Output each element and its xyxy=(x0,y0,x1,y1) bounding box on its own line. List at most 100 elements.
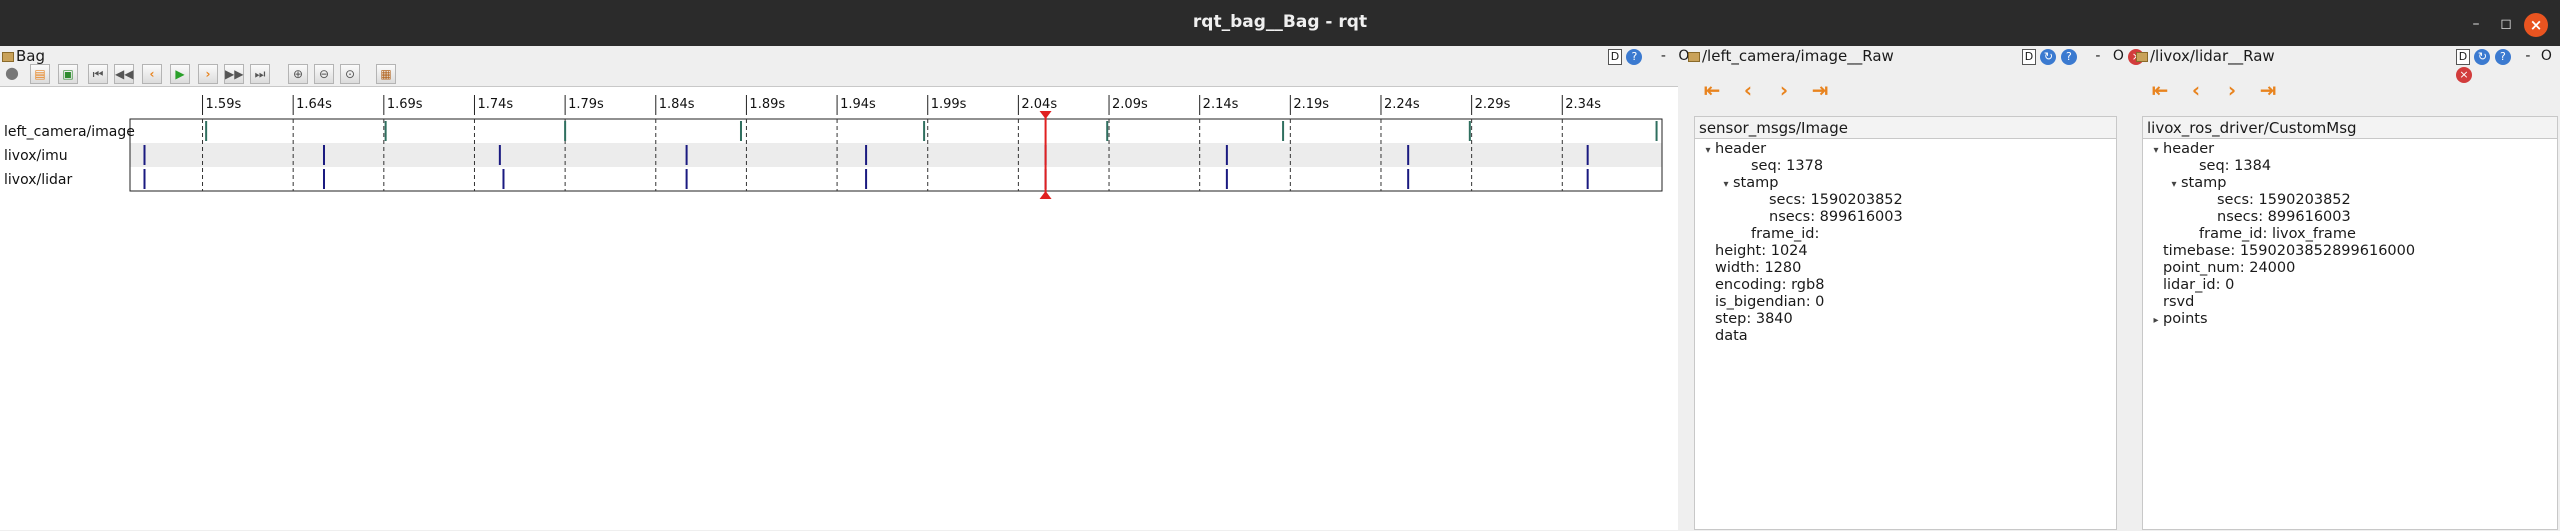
help-icon[interactable]: ? xyxy=(2494,49,2511,65)
step-forward-icon[interactable]: › xyxy=(198,64,218,84)
dock-d-button[interactable]: D xyxy=(2022,49,2036,65)
tree-row[interactable]: rsvd xyxy=(2143,294,2557,311)
tree-row-text: seq: 1378 xyxy=(1751,158,1824,174)
zoom-in-icon[interactable]: ⊕ xyxy=(288,64,308,84)
message-marker xyxy=(502,169,505,189)
tree-row[interactable]: nsecs: 899616003 xyxy=(1695,209,2116,226)
zoom-reset-icon[interactable]: ⊙ xyxy=(340,64,360,84)
message-marker xyxy=(1586,145,1589,165)
fast-forward-icon[interactable]: ▶▶ xyxy=(224,64,244,84)
zoom-out-icon[interactable]: ⊖ xyxy=(314,64,334,84)
tree-row-text: rsvd xyxy=(2163,294,2195,310)
splitter-handle[interactable] xyxy=(2118,86,2134,530)
save-icon[interactable]: ▣ xyxy=(58,64,78,84)
play-icon[interactable]: ▶ xyxy=(170,64,190,84)
rewind-icon[interactable]: ◀◀ xyxy=(114,64,134,84)
reload-icon[interactable]: ↻ xyxy=(2474,49,2491,65)
tree-row[interactable]: ▾ stamp xyxy=(2143,175,2557,192)
last-message-icon[interactable]: ⇥ xyxy=(2256,78,2280,102)
next-message-icon[interactable]: › xyxy=(2220,78,2244,102)
tree-row[interactable]: lidar_id: 0 xyxy=(2143,277,2557,294)
playhead-top-marker xyxy=(1039,111,1052,119)
tree-row[interactable]: ▸ points xyxy=(2143,311,2557,328)
collapsed-arrow-icon[interactable]: ▸ xyxy=(2149,312,2163,329)
first-message-icon[interactable]: ⇤ xyxy=(1700,78,1724,102)
tree-row-text: timebase: 1590203852899616000 xyxy=(2163,243,2416,259)
tree-row[interactable]: step: 3840 xyxy=(1695,311,2116,328)
expanded-arrow-icon[interactable]: ▾ xyxy=(2167,176,2181,193)
next-message-icon[interactable]: › xyxy=(1772,78,1796,102)
tree-row-text: encoding: rgb8 xyxy=(1715,277,1825,293)
tree-row[interactable]: seq: 1378 xyxy=(1695,158,2116,175)
dock-d-button[interactable]: D xyxy=(1608,49,1622,65)
close-icon[interactable]: × xyxy=(2456,67,2472,83)
camera-panel-title-text: /left_camera/image__Raw xyxy=(1702,47,1894,65)
float-dock-button[interactable]: O xyxy=(2113,48,2124,64)
minimize-dock-button[interactable]: - xyxy=(2095,48,2100,64)
lidar-panel-title-text: /livox/lidar__Raw xyxy=(2150,47,2275,65)
tree-row[interactable]: is_bigendian: 0 xyxy=(1695,294,2116,311)
tree-row[interactable]: secs: 1590203852 xyxy=(2143,192,2557,209)
dock-d-button[interactable]: D xyxy=(2456,49,2470,65)
splitter-handle[interactable] xyxy=(1678,86,1692,530)
minimize-dock-button[interactable]: - xyxy=(1661,48,1666,64)
tree-row[interactable]: timebase: 1590203852899616000 xyxy=(2143,243,2557,260)
tree-row-text: frame_id: xyxy=(1751,226,1820,242)
prev-message-icon[interactable]: ‹ xyxy=(1736,78,1760,102)
float-dock-button[interactable]: O xyxy=(2541,48,2552,64)
prev-message-icon[interactable]: ‹ xyxy=(2184,78,2208,102)
tree-row[interactable]: encoding: rgb8 xyxy=(1695,277,2116,294)
tick-label: 2.09s xyxy=(1112,97,1148,112)
bag-dock-controls: D ? - O xyxy=(1608,47,1689,65)
expanded-arrow-icon[interactable]: ▾ xyxy=(2149,142,2163,159)
expanded-arrow-icon[interactable]: ▾ xyxy=(1719,176,1733,193)
tree-row[interactable]: ▾ header xyxy=(1695,141,2116,158)
tree-row[interactable]: width: 1280 xyxy=(1695,260,2116,277)
stop-icon[interactable]: ● xyxy=(2,64,22,84)
bag-timeline[interactable]: 1.59s 1.64s 1.69s 1.74s 1.79s 1.84s 1.89s 1.94s… xyxy=(0,86,1678,530)
skip-end-icon[interactable]: ⏭ xyxy=(250,64,270,84)
tree-row[interactable]: height: 1024 xyxy=(1695,243,2116,260)
folder-icon xyxy=(1688,52,1700,62)
timeline-canvas[interactable]: 1.59s 1.64s 1.69s 1.74s 1.79s 1.84s 1.89s 1.94s… xyxy=(0,87,1678,531)
message-marker xyxy=(1282,121,1285,141)
tree-row-text: stamp xyxy=(1733,175,1779,191)
thumbnails-icon[interactable]: ▦ xyxy=(376,64,396,84)
message-marker xyxy=(1407,145,1410,165)
last-message-icon[interactable]: ⇥ xyxy=(1808,78,1832,102)
lidar-message-tree[interactable]: livox_ros_driver/CustomMsg ▾ header seq: 1… xyxy=(2142,116,2558,530)
tree-row[interactable]: data xyxy=(1695,328,2116,345)
camera-dock-controls: D ↻ ? - O × xyxy=(2022,47,2145,65)
open-icon[interactable]: ▤ xyxy=(30,64,50,84)
camera-message-tree[interactable]: sensor_msgs/Image ▾ header seq: 1378 ▾ stamp… xyxy=(1694,116,2117,530)
tree-row-text: width: 1280 xyxy=(1715,260,1802,276)
tree-row-text: header xyxy=(1715,141,1767,157)
step-back-icon[interactable]: ‹ xyxy=(142,64,162,84)
first-message-icon[interactable]: ⇤ xyxy=(2148,78,2172,102)
tree-row[interactable]: ▾ header xyxy=(2143,141,2557,158)
tree-row[interactable]: point_num: 24000 xyxy=(2143,260,2557,277)
tree-row[interactable]: nsecs: 899616003 xyxy=(2143,209,2557,226)
skip-start-icon[interactable]: ⏮ xyxy=(88,64,108,84)
message-marker xyxy=(322,145,325,165)
topic-label: left_camera/image xyxy=(4,124,135,140)
close-window-icon[interactable]: × xyxy=(2524,13,2548,37)
tree-row[interactable]: ▾ stamp xyxy=(1695,175,2116,192)
help-icon[interactable]: ? xyxy=(1626,49,1643,65)
tick-label: 1.79s xyxy=(568,97,604,112)
reload-icon[interactable]: ↻ xyxy=(2040,49,2057,65)
tree-row-text: data xyxy=(1715,328,1748,344)
maximize-window-icon[interactable]: ◻ xyxy=(2496,14,2516,34)
tree-row[interactable]: frame_id: livox_frame xyxy=(2143,226,2557,243)
message-marker xyxy=(923,121,926,141)
tree-row[interactable]: secs: 1590203852 xyxy=(1695,192,2116,209)
tick-label: 1.59s xyxy=(206,97,242,112)
minimize-dock-button[interactable]: - xyxy=(2525,48,2530,64)
expanded-arrow-icon[interactable]: ▾ xyxy=(1701,142,1715,159)
help-icon[interactable]: ? xyxy=(2060,49,2077,65)
tree-row[interactable]: frame_id: xyxy=(1695,226,2116,243)
tree-row-text: secs: 1590203852 xyxy=(1769,192,1903,208)
tick-label: 1.64s xyxy=(296,97,332,112)
minimize-window-icon[interactable]: – xyxy=(2466,14,2486,34)
tree-row[interactable]: seq: 1384 xyxy=(2143,158,2557,175)
